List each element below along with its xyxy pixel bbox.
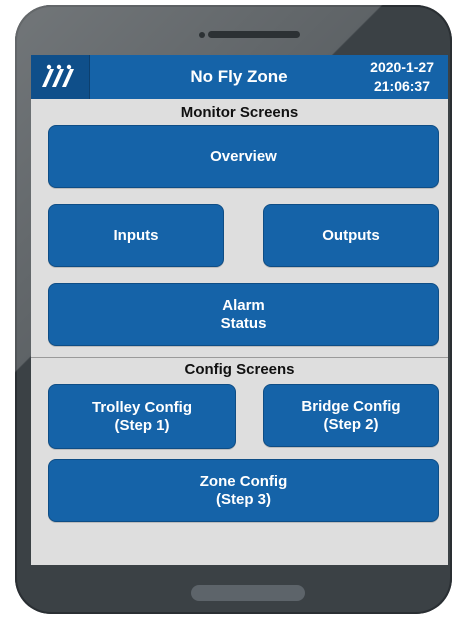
hmi-screen: No Fly Zone 2020-1-27 21:06:37 Monitor S… xyxy=(31,55,448,565)
inputs-button-label: Inputs xyxy=(113,226,159,244)
zone-config-button[interactable]: Zone Config (Step 3) xyxy=(48,459,439,522)
inputs-button[interactable]: Inputs xyxy=(48,204,224,267)
monitor-section-title: Monitor Screens xyxy=(180,104,299,121)
app-title: No Fly Zone xyxy=(190,67,288,86)
bridge-config-button[interactable]: Bridge Config (Step 2) xyxy=(263,384,439,447)
zone-config-button-label: Zone Config (Step 3) xyxy=(199,472,288,508)
overview-button-label: Overview xyxy=(210,147,277,165)
date-readout: 2020-1-27 xyxy=(370,59,434,75)
alarm-status-button-label: Alarm Status xyxy=(220,296,267,332)
alarm-status-button[interactable]: Alarm Status xyxy=(48,283,439,346)
outputs-button[interactable]: Outputs xyxy=(263,204,439,267)
config-section-title: Config Screens xyxy=(184,361,295,378)
bridge-config-button-label: Bridge Config (Step 2) xyxy=(301,397,401,433)
home-button[interactable] xyxy=(191,585,305,601)
trolley-config-button-label: Trolley Config (Step 1) xyxy=(91,398,192,434)
speaker-grille xyxy=(208,31,300,38)
header-bar: No Fly Zone 2020-1-27 21:06:37 xyxy=(31,55,448,99)
brand-logo-icon[interactable] xyxy=(31,55,90,99)
time-readout: 21:06:37 xyxy=(373,78,430,94)
trolley-config-button[interactable]: Trolley Config (Step 1) xyxy=(48,384,236,449)
section-divider xyxy=(31,357,448,358)
outputs-button-label: Outputs xyxy=(322,226,380,244)
camera-icon xyxy=(199,32,205,38)
overview-button[interactable]: Overview xyxy=(48,125,439,188)
